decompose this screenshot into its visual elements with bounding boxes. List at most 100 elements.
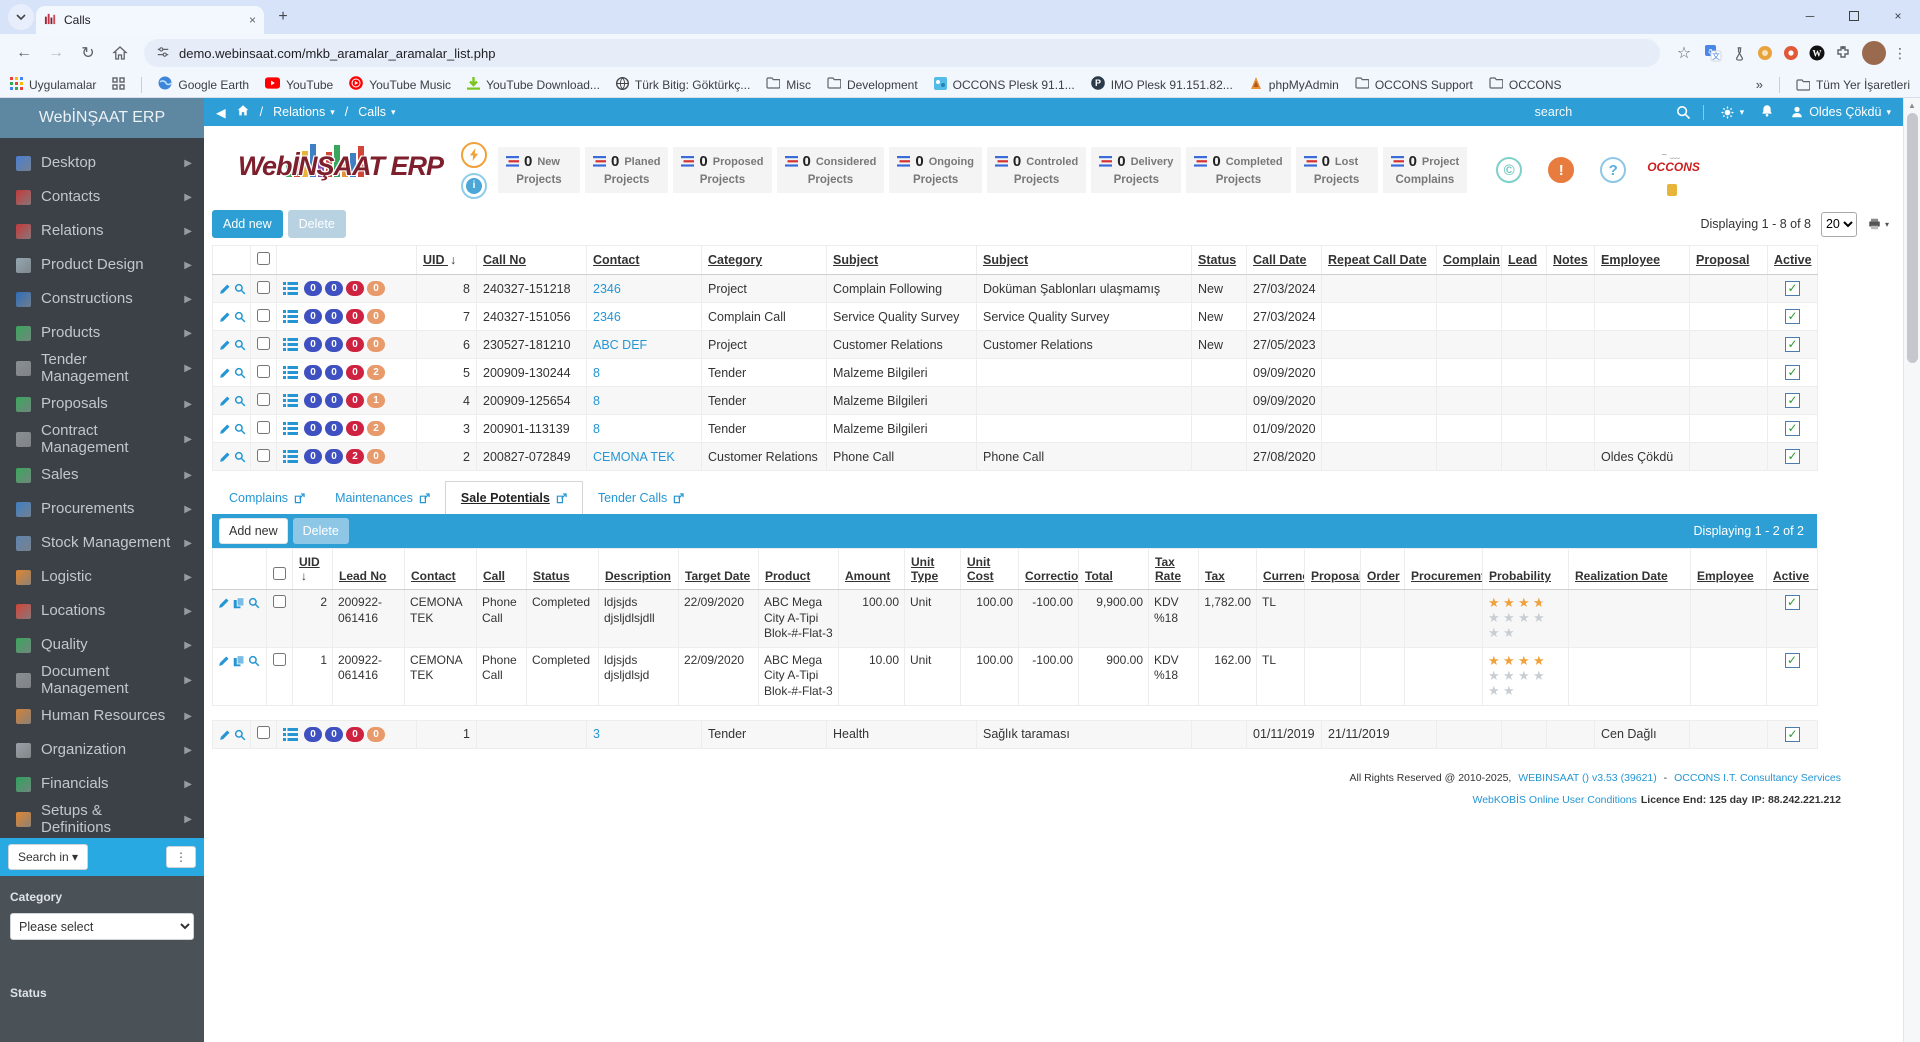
row-checkbox[interactable] — [257, 726, 270, 740]
bookmarks-overflow-icon[interactable]: » — [1756, 77, 1763, 92]
bookmark-item[interactable]: Türk Bitig: Göktürkç... — [615, 76, 750, 93]
view-magnifier-icon[interactable] — [248, 655, 260, 667]
count-badge-blue[interactable]: 0 — [325, 337, 343, 353]
view-magnifier-icon[interactable] — [234, 729, 246, 741]
count-badge-orange[interactable]: 0 — [367, 281, 385, 297]
row-checkbox[interactable] — [257, 392, 270, 406]
column-header-repeat-call-date[interactable]: Repeat Call Date — [1321, 245, 1437, 275]
count-badge-red[interactable]: 0 — [346, 281, 364, 297]
count-badge-blue[interactable]: 0 — [304, 726, 322, 742]
column-header-employee[interactable]: Employee — [1690, 548, 1767, 590]
sidebar-item-sales[interactable]: Sales ▶ — [0, 458, 204, 492]
sidebar-item-document-management[interactable]: Document Management ▶ — [0, 662, 204, 699]
sidebar-item-proposals[interactable]: Proposals ▶ — [0, 387, 204, 421]
count-badge-red[interactable]: 0 — [346, 393, 364, 409]
sidebar-item-contract-management[interactable]: Contract Management ▶ — [0, 421, 204, 458]
contact-link[interactable]: CEMONA TEK — [593, 450, 675, 464]
active-checkbox[interactable]: ✓ — [1785, 309, 1800, 324]
detail-list-icon[interactable] — [283, 338, 298, 352]
count-badge-orange[interactable]: 0 — [367, 337, 385, 353]
view-magnifier-icon[interactable] — [234, 367, 246, 379]
project-status-card[interactable]: 0 Considered Projects — [776, 147, 885, 193]
view-magnifier-icon[interactable] — [248, 597, 260, 609]
copy-icon[interactable] — [233, 597, 245, 609]
count-badge-blue[interactable]: 0 — [304, 281, 322, 297]
column-header-complain[interactable]: Complain — [1436, 245, 1502, 275]
row-checkbox[interactable] — [273, 652, 286, 666]
sidebar-item-locations[interactable]: Locations ▶ — [0, 594, 204, 628]
column-header-call-no[interactable]: Call No — [476, 245, 587, 275]
column-header-contact[interactable]: Contact — [404, 548, 477, 590]
bookmark-item[interactable]: OCCONS Plesk 91.1... — [933, 76, 1075, 93]
info-icon[interactable]: i — [461, 172, 487, 199]
settings-gear-icon[interactable]: ▾ — [1720, 105, 1744, 120]
global-search-input[interactable] — [1534, 105, 1670, 119]
project-status-card[interactable]: 0 Completed Projects — [1186, 147, 1291, 193]
row-checkbox[interactable] — [257, 280, 270, 294]
flash-icon[interactable] — [461, 141, 487, 168]
bookmark-item[interactable]: YouTube — [265, 77, 333, 92]
sidebar-item-procurements[interactable]: Procurements ▶ — [0, 492, 204, 526]
bookmark-item[interactable]: Misc — [766, 77, 811, 92]
help-icon[interactable]: ? — [1600, 157, 1627, 183]
sidebar-item-logistic[interactable]: Logistic ▶ — [0, 560, 204, 594]
sidebar-item-contacts[interactable]: Contacts ▶ — [0, 180, 204, 214]
project-status-card[interactable]: 0 Controled Projects — [986, 147, 1087, 193]
column-header-status[interactable]: Status — [526, 548, 599, 590]
extension-beaker-icon[interactable] — [1728, 42, 1750, 64]
sidebar-item-human-resources[interactable]: Human Resources ▶ — [0, 699, 204, 733]
row-checkbox[interactable] — [257, 336, 270, 350]
sidebar-item-quality[interactable]: Quality ▶ — [0, 628, 204, 662]
sidebar-item-products[interactable]: Products ▶ — [0, 316, 204, 350]
column-header-correction[interactable]: Correction — [1018, 548, 1079, 590]
forward-icon[interactable]: → — [42, 39, 70, 67]
column-header-lead-no[interactable]: Lead No — [332, 548, 405, 590]
edit-pencil-icon[interactable] — [218, 655, 230, 667]
contact-link[interactable]: 2346 — [593, 310, 621, 324]
column-header-proposal[interactable]: Proposal — [1689, 245, 1768, 275]
sidebar-options-icon[interactable]: ⋮ — [166, 846, 196, 868]
search-in-button[interactable]: Search in ▾ — [8, 844, 89, 870]
edit-pencil-icon[interactable] — [218, 597, 230, 609]
copy-icon[interactable] — [233, 654, 245, 667]
breadcrumb-home-icon[interactable] — [236, 104, 250, 120]
count-badge-blue[interactable]: 0 — [325, 281, 343, 297]
column-header-target-date[interactable]: Target Date — [678, 548, 759, 590]
column-header-realization-date[interactable]: Realization Date — [1568, 548, 1691, 590]
contact-link[interactable]: 8 — [593, 422, 600, 436]
edit-pencil-icon[interactable] — [219, 395, 231, 407]
contact-link[interactable]: 2346 — [593, 282, 621, 296]
column-header-unit-type[interactable]: Unit Type — [904, 548, 961, 590]
contact-link[interactable]: 3 — [593, 727, 600, 741]
export-icon[interactable]: ▾ — [1867, 217, 1889, 231]
count-badge-blue[interactable]: 0 — [325, 449, 343, 465]
count-badge-red[interactable]: 0 — [346, 309, 364, 325]
bookmark-item[interactable]: Development — [827, 77, 918, 92]
site-settings-icon[interactable] — [156, 45, 170, 62]
reload-icon[interactable]: ↻ — [74, 39, 102, 67]
column-header-proposal[interactable]: Proposal — [1304, 548, 1361, 590]
count-badge-orange[interactable]: 2 — [367, 421, 385, 437]
sidebar-item-product-design[interactable]: Product Design ▶ — [0, 248, 204, 282]
column-header-uid[interactable]: UID ↓ — [416, 245, 477, 275]
warning-icon[interactable]: ! — [1548, 157, 1575, 183]
count-badge-blue[interactable]: 0 — [304, 309, 322, 325]
detail-list-icon[interactable] — [283, 727, 298, 741]
extension-orange-icon[interactable] — [1754, 42, 1776, 64]
breadcrumb-relations[interactable]: Relations ▾ — [273, 105, 335, 119]
window-minimize-button[interactable]: ─ — [1788, 0, 1832, 32]
bookmark-item[interactable]: Uygulamalar — [10, 76, 96, 93]
count-badge-red[interactable]: 0 — [346, 421, 364, 437]
select-all-checkbox[interactable] — [273, 567, 286, 580]
bookmark-item[interactable]: YouTube Music — [349, 76, 451, 93]
bookmark-item[interactable]: P IMO Plesk 91.151.82... — [1090, 76, 1233, 93]
home-icon[interactable] — [106, 39, 134, 67]
project-status-card[interactable]: 0 New Projects — [498, 147, 580, 193]
project-status-card[interactable]: 0 Planed Projects — [585, 147, 669, 193]
active-checkbox[interactable]: ✓ — [1785, 393, 1800, 408]
footer-link[interactable]: WebKOBİS Online User Conditions — [1472, 794, 1636, 806]
category-filter-select[interactable]: Please select — [10, 913, 194, 940]
bookmark-item[interactable]: Google Earth — [158, 76, 249, 93]
tab-tender-calls[interactable]: Tender Calls — [583, 482, 699, 514]
column-header-description[interactable]: Description — [598, 548, 679, 590]
